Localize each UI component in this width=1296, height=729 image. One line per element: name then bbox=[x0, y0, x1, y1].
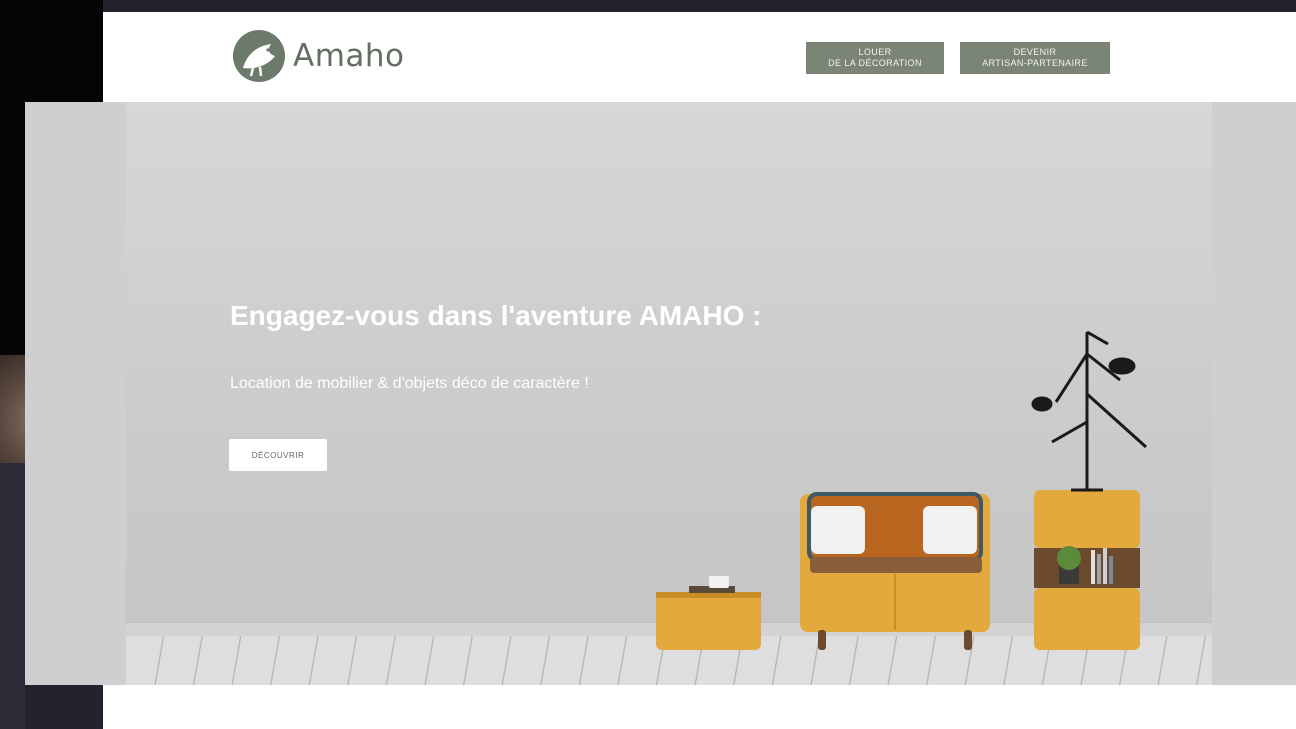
side-table bbox=[656, 576, 761, 650]
page-content-below-hero bbox=[103, 685, 1296, 729]
floor-lamp bbox=[1031, 330, 1148, 492]
become-partner-button[interactable]: DEVENIR ARTISAN-PARTENAIRE bbox=[960, 42, 1110, 74]
website-page: Amaho LOUER DE LA DÉCORATION DEVENIR ART… bbox=[25, 12, 1296, 729]
rent-decoration-button[interactable]: LOUER DE LA DÉCORATION bbox=[806, 42, 944, 74]
furniture-illustration bbox=[656, 330, 1148, 650]
hero-title: Engagez-vous dans l'aventure AMAHO : bbox=[230, 300, 762, 331]
barrel-shelf bbox=[1034, 490, 1140, 650]
browser-top-bar bbox=[103, 0, 1296, 12]
rent-button-line2: DE LA DÉCORATION bbox=[828, 58, 922, 68]
side-dark-strip bbox=[0, 463, 25, 729]
logo[interactable]: Amaho bbox=[233, 30, 405, 82]
armchair bbox=[800, 492, 990, 650]
bird-logo-icon bbox=[233, 30, 285, 82]
hero-subtitle: Location de mobilier & d'objets déco de … bbox=[230, 375, 589, 392]
discover-button[interactable]: DÉCOUVRIR bbox=[229, 439, 327, 471]
hero-banner: Engagez-vous dans l'aventure AMAHO : Loc… bbox=[126, 102, 1212, 685]
partner-button-line2: ARTISAN-PARTENAIRE bbox=[982, 58, 1088, 68]
partner-button-line1: DEVENIR bbox=[1013, 47, 1057, 57]
rent-button-line1: LOUER bbox=[858, 47, 892, 57]
site-header: Amaho LOUER DE LA DÉCORATION DEVENIR ART… bbox=[103, 12, 1296, 102]
brand-name: Amaho bbox=[293, 38, 405, 74]
